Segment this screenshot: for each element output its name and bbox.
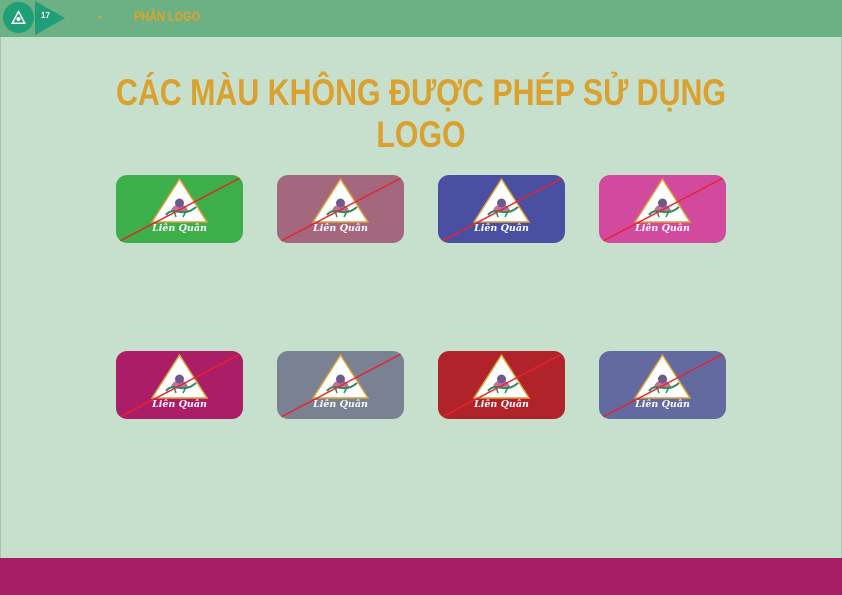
forbidden-logo-tile: Liên Quân	[277, 351, 404, 419]
forbidden-logo-tile: Liên Quân	[438, 351, 565, 419]
header-bar: 17 • PHẦN LOGO	[0, 0, 842, 37]
logo-wordmark: Liên Quân	[152, 399, 207, 410]
logo-wordmark: Liên Quân	[474, 399, 529, 410]
forbidden-logo-tile: Liên Quân	[116, 351, 243, 419]
separator-dot: •	[98, 12, 102, 22]
forbidden-logo-tile: Liên Quân	[116, 175, 243, 243]
arrow-icon	[35, 1, 65, 35]
logo-wordmark: Liên Quân	[313, 399, 368, 410]
footer-bar	[0, 558, 842, 595]
section-label: PHẦN LOGO	[134, 8, 201, 24]
logo-wordmark: Liên Quân	[313, 223, 368, 234]
forbidden-logo-tile: Liên Quân	[599, 351, 726, 419]
logo-wordmark: Liên Quân	[635, 223, 690, 234]
forbidden-logo-tile: Liên Quân	[438, 175, 565, 243]
logo-badge	[3, 2, 34, 33]
forbidden-logo-tile: Liên Quân	[277, 175, 404, 243]
logo-wordmark: Liên Quân	[474, 223, 529, 234]
logo-wordmark: Liên Quân	[635, 399, 690, 410]
forbidden-logo-tile: Liên Quân	[599, 175, 726, 243]
page-title: CÁC MÀU KHÔNG ĐƯỢC PHÉP SỬ DỤNG LOGO	[115, 72, 727, 155]
logo-wordmark: Liên Quân	[152, 223, 207, 234]
page-number: 17	[41, 11, 50, 20]
logo-icon	[11, 10, 26, 24]
